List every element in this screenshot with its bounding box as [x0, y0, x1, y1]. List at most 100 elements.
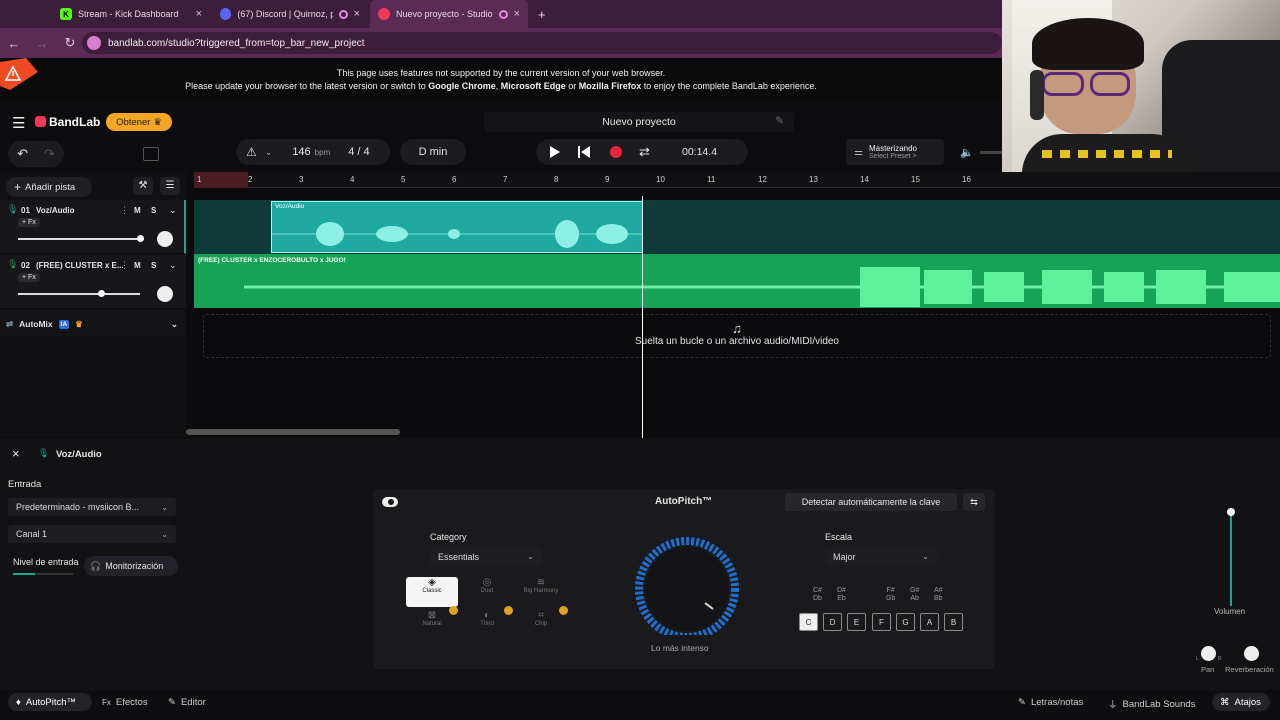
key-d-sharp[interactable]: D# Eb — [837, 587, 846, 603]
tools-icon[interactable]: ⚒ — [133, 177, 153, 195]
solo-button[interactable]: S — [151, 261, 156, 270]
preset-big-harmony[interactable]: ≋ Big Harmony — [513, 577, 569, 607]
input-device-select[interactable]: Predeterminado - mvsiicon B... ⌄ — [8, 498, 176, 516]
automix-row[interactable]: ⇌ AutoMix IA ♛ ⌄ — [0, 312, 186, 336]
chevron-down-icon[interactable]: ⌄ — [169, 205, 177, 216]
audio-clip-cluster[interactable]: (FREE) CLUSTER x ENZOCEROBULTO x JUGO! — [194, 254, 1280, 308]
shortcuts-button[interactable]: ⌘ Atajos — [1220, 697, 1261, 708]
loop-icon[interactable]: ⇄ — [639, 144, 650, 160]
preset-chip[interactable]: ⌗ Chip — [515, 610, 567, 638]
key-f[interactable]: F — [872, 613, 891, 631]
settings-sliders-icon[interactable]: ⇆ — [963, 493, 985, 511]
tab-autopitch[interactable]: ♦ AutoPitch™ — [16, 697, 76, 708]
mastering-button[interactable]: ⚌ Masterizando Select Preset > — [846, 139, 944, 165]
metronome-icon[interactable]: ⚠ — [246, 145, 257, 159]
pan-knob[interactable] — [157, 286, 173, 302]
add-fx-button[interactable]: + Fx — [18, 218, 40, 227]
skip-back-icon[interactable] — [578, 146, 590, 158]
volume-slider-thumb[interactable] — [98, 290, 105, 297]
menu-icon[interactable]: ☰ — [12, 114, 25, 132]
dropdown-chevron-icon[interactable]: ⌄ — [265, 147, 273, 158]
pan-knob[interactable] — [1201, 646, 1216, 661]
master-volume-slider[interactable] — [980, 151, 1002, 154]
time-signature[interactable]: 4 / 4 — [348, 146, 369, 158]
key-g[interactable]: G — [896, 613, 915, 631]
close-tab-icon[interactable]: × — [514, 8, 520, 20]
key-c-sharp[interactable]: C# Db — [813, 587, 822, 603]
add-fx-button[interactable]: + Fx — [18, 273, 40, 282]
key-b[interactable]: B — [944, 613, 963, 631]
speaker-icon[interactable]: 🔈 — [960, 146, 974, 159]
key-a-sharp[interactable]: A# Bb — [934, 587, 943, 603]
settings-sliders-icon[interactable]: ☰ — [160, 177, 180, 195]
close-icon[interactable]: × — [12, 446, 20, 461]
preset-duet[interactable]: ◎ Duet — [461, 577, 513, 607]
chevron-down-icon[interactable]: ⌄ — [169, 260, 177, 271]
forward-icon[interactable]: → — [28, 36, 56, 51]
solo-button[interactable]: S — [151, 206, 156, 215]
tab-effects[interactable]: Fx Efectos — [102, 697, 148, 708]
arrangement-area[interactable]: Voz/Audio (FREE) CLUSTER x ENZOCEROBULTO… — [186, 188, 1280, 437]
key-c[interactable]: C — [799, 613, 818, 631]
monitoring-button[interactable]: 🎧 Monitorización — [84, 556, 178, 576]
browser-tab-kick[interactable]: K Stream - Kick Dashboard × — [52, 0, 210, 28]
loop-region[interactable] — [194, 172, 248, 188]
reverb-knob[interactable] — [1244, 646, 1259, 661]
edit-pencil-icon[interactable]: ✎ — [775, 115, 784, 127]
more-icon[interactable]: ⋮ — [120, 205, 129, 216]
redo-icon[interactable]: ↷ — [44, 146, 55, 162]
key-g-sharp[interactable]: G# Ab — [910, 587, 919, 603]
mixer-icon[interactable] — [143, 147, 159, 161]
get-premium-button[interactable]: Obtener ♛ — [106, 113, 172, 131]
mute-button[interactable]: M — [134, 206, 141, 215]
undo-icon[interactable]: ↶ — [17, 146, 28, 162]
track-name[interactable]: (FREE) CLUSTER x E... — [36, 261, 124, 270]
browser-tab-studio[interactable]: Nuevo proyecto - Studio × — [370, 0, 528, 28]
record-icon[interactable] — [610, 146, 622, 158]
chevron-down-icon[interactable]: ⌄ — [171, 319, 178, 330]
pan-knob[interactable] — [157, 231, 173, 247]
audio-clip-voz[interactable]: Voz/Audio — [271, 201, 643, 253]
reload-icon[interactable]: ↻ — [56, 35, 84, 51]
track-name[interactable]: Voz/Audio — [36, 206, 75, 215]
detect-key-button[interactable]: Detectar automáticamente la clave — [785, 493, 957, 511]
url-field[interactable]: bandlab.com/studio?triggered_from=top_ba… — [82, 32, 1002, 54]
add-track-button[interactable]: + Añadir pista — [6, 177, 92, 197]
pan-label: Pan — [1201, 665, 1215, 674]
site-info-icon[interactable] — [87, 36, 101, 50]
key-f-sharp[interactable]: F# Gb — [886, 587, 895, 603]
key-e[interactable]: E — [847, 613, 866, 631]
play-icon[interactable] — [550, 146, 560, 158]
key-d[interactable]: D — [823, 613, 842, 631]
channel-select[interactable]: Canal 1 ⌄ — [8, 525, 176, 543]
track-row-voz[interactable]: 🎙 01 Voz/Audio ⋮ M S ⌄ + Fx — [0, 200, 186, 254]
volume-fader[interactable] — [1230, 512, 1232, 606]
close-tab-icon[interactable]: × — [196, 8, 202, 20]
new-tab-button[interactable]: + — [530, 0, 554, 28]
project-name-field[interactable]: Nuevo proyecto ✎ — [484, 112, 794, 132]
drop-zone[interactable]: ♫ Suelta un bucle o un archivo audio/MID… — [203, 314, 1271, 358]
track-row-cluster[interactable]: 🎙 02 (FREE) CLUSTER x E... ⋮ M S ⌄ + Fx — [0, 255, 186, 309]
timeline-ruler[interactable]: 1 2 3 4 5 6 7 8 9 10 11 12 13 14 15 16 — [194, 172, 1280, 188]
intensity-dial[interactable] — [629, 535, 749, 635]
preset-classic[interactable]: ◈ Classic — [406, 577, 458, 607]
bpm-value[interactable]: 146 — [292, 146, 310, 158]
key-selector[interactable]: D min — [400, 139, 466, 165]
back-icon[interactable]: ← — [0, 36, 28, 51]
lyrics-notes-button[interactable]: ✎ Letras/notas — [1018, 697, 1083, 708]
mute-button[interactable]: M — [134, 261, 141, 270]
volume-slider[interactable] — [18, 238, 140, 240]
volume-slider[interactable] — [18, 293, 140, 295]
volume-fader-thumb[interactable] — [1227, 508, 1235, 516]
close-tab-icon[interactable]: × — [354, 8, 360, 20]
tab-editor[interactable]: ✎ Editor — [168, 697, 206, 708]
key-a[interactable]: A — [920, 613, 939, 631]
browser-tab-discord[interactable]: (67) Discord | Quirnoz, p( × — [212, 0, 368, 28]
more-icon[interactable]: ⋮ — [120, 260, 129, 271]
scale-select[interactable]: Major ⌄ — [825, 548, 937, 565]
volume-slider-thumb[interactable] — [137, 235, 144, 242]
playhead[interactable] — [642, 196, 643, 438]
bandlab-sounds-button[interactable]: ⏚ BandLab Sounds — [1108, 697, 1195, 712]
category-select[interactable]: Essentials ⌄ — [430, 548, 542, 565]
horizontal-scrollbar[interactable] — [186, 429, 400, 435]
